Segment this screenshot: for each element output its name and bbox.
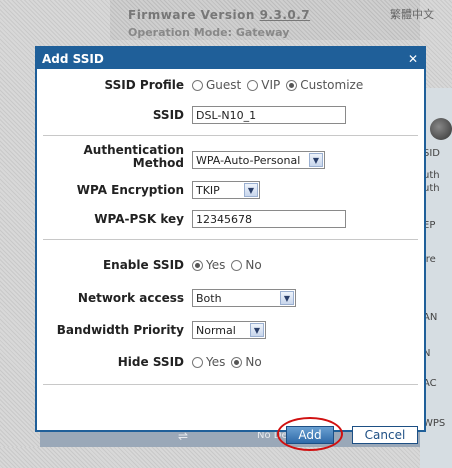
option-label: VIP <box>261 78 281 92</box>
highlight-circle <box>277 417 343 451</box>
dialog-titlebar: Add SSID ✕ <box>37 48 424 69</box>
wpa-encryption-label: WPA Encryption <box>76 183 184 197</box>
auth-method-select[interactable]: WPA-Auto-Personal ▼ <box>192 151 325 169</box>
radio-icon[interactable] <box>247 79 259 91</box>
radio-selected-icon[interactable] <box>231 356 243 368</box>
ssid-profile-option-guest[interactable]: Guest <box>192 78 241 92</box>
option-label: Yes <box>206 355 226 369</box>
hide-ssid-radio-group: Yes No <box>192 355 268 369</box>
radio-selected-icon[interactable] <box>192 259 203 271</box>
radio-selected-icon[interactable] <box>286 79 298 91</box>
dialog-title: Add SSID <box>42 51 104 66</box>
close-icon[interactable]: ✕ <box>408 52 418 66</box>
wpa-psk-key-label: WPA-PSK key <box>94 212 184 226</box>
auth-label-line2: Method <box>132 156 184 170</box>
background-label: WPS <box>423 418 446 429</box>
enable-ssid-radio-group: Yes No <box>192 258 268 272</box>
ssid-input[interactable]: DSL-N10_1 <box>192 106 346 124</box>
chevron-down-icon[interactable]: ▼ <box>309 153 323 167</box>
option-label: Guest <box>206 78 242 92</box>
add-ssid-dialog: Add SSID ✕ SSID Profile Guest VIP Custom… <box>35 46 426 451</box>
bandwidth-priority-select[interactable]: Normal ▼ <box>192 321 266 339</box>
chevron-down-icon[interactable]: ▼ <box>280 291 294 305</box>
option-label: Yes <box>206 258 226 272</box>
ssid-profile-option-vip[interactable]: VIP <box>247 78 280 92</box>
gear-icon <box>430 118 452 140</box>
enable-ssid-row: Enable SSID Yes No <box>37 258 268 272</box>
firmware-version-text: Firmware Version 9.3.0.7 <box>128 8 310 22</box>
wpa-encryption-select[interactable]: TKIP ▼ <box>192 181 260 199</box>
wpa-psk-key-row: WPA-PSK key 12345678 <box>37 210 346 228</box>
network-access-select[interactable]: Both ▼ <box>192 289 296 307</box>
dialog-content: SSID Profile Guest VIP Customize SSID DS… <box>37 69 424 451</box>
firmware-label: Firmware Version <box>128 8 255 22</box>
language-selector[interactable]: 繁體中文 <box>390 6 434 22</box>
chevron-down-icon[interactable]: ▼ <box>244 183 258 197</box>
hide-ssid-option-no[interactable]: No <box>231 355 262 369</box>
ssid-profile-row: SSID Profile Guest VIP Customize <box>37 78 369 92</box>
enable-ssid-label: Enable SSID <box>102 258 184 272</box>
cancel-button[interactable]: Cancel <box>352 426 418 444</box>
ssid-row: SSID DSL-N10_1 <box>37 106 346 124</box>
enable-ssid-option-yes[interactable]: Yes <box>192 258 225 272</box>
hide-ssid-row: Hide SSID Yes No <box>37 355 268 369</box>
bandwidth-priority-label: Bandwidth Priority <box>56 323 184 337</box>
wpa-encryption-value: TKIP <box>196 183 220 197</box>
chevron-down-icon[interactable]: ▼ <box>250 323 264 337</box>
divider <box>43 135 418 136</box>
wpa-encryption-row: WPA Encryption TKIP ▼ <box>37 181 260 199</box>
network-access-value: Both <box>196 291 222 305</box>
hide-ssid-label: Hide SSID <box>117 355 184 369</box>
auth-method-value: WPA-Auto-Personal <box>196 153 301 167</box>
radio-icon[interactable] <box>231 259 243 271</box>
option-label: Customize <box>300 78 364 92</box>
wpa-psk-key-input[interactable]: 12345678 <box>192 210 346 228</box>
hide-ssid-option-yes[interactable]: Yes <box>192 355 225 369</box>
divider <box>43 239 418 240</box>
network-access-row: Network access Both ▼ <box>37 289 296 307</box>
divider <box>43 384 418 385</box>
option-label: No <box>245 258 262 272</box>
operation-mode-text: Operation Mode: Gateway <box>128 26 290 39</box>
ssid-profile-label: SSID Profile <box>104 78 184 92</box>
firmware-version-link[interactable]: 9.3.0.7 <box>260 8 311 22</box>
ssid-profile-radio-group: Guest VIP Customize <box>192 78 369 92</box>
option-label: No <box>245 355 262 369</box>
bandwidth-priority-row: Bandwidth Priority Normal ▼ <box>37 321 266 339</box>
enable-ssid-option-no[interactable]: No <box>231 258 262 272</box>
ssid-profile-option-customize[interactable]: Customize <box>286 78 363 92</box>
auth-method-row: Authentication Method WPA-Auto-Personal … <box>37 144 325 170</box>
radio-icon[interactable] <box>192 79 203 91</box>
auth-method-label: Authentication Method <box>37 144 192 170</box>
auth-label-line1: Authentication <box>83 143 185 157</box>
ssid-label: SSID <box>152 108 184 122</box>
bandwidth-priority-value: Normal <box>196 323 236 337</box>
network-access-label: Network access <box>77 291 184 305</box>
radio-icon[interactable] <box>192 356 203 368</box>
